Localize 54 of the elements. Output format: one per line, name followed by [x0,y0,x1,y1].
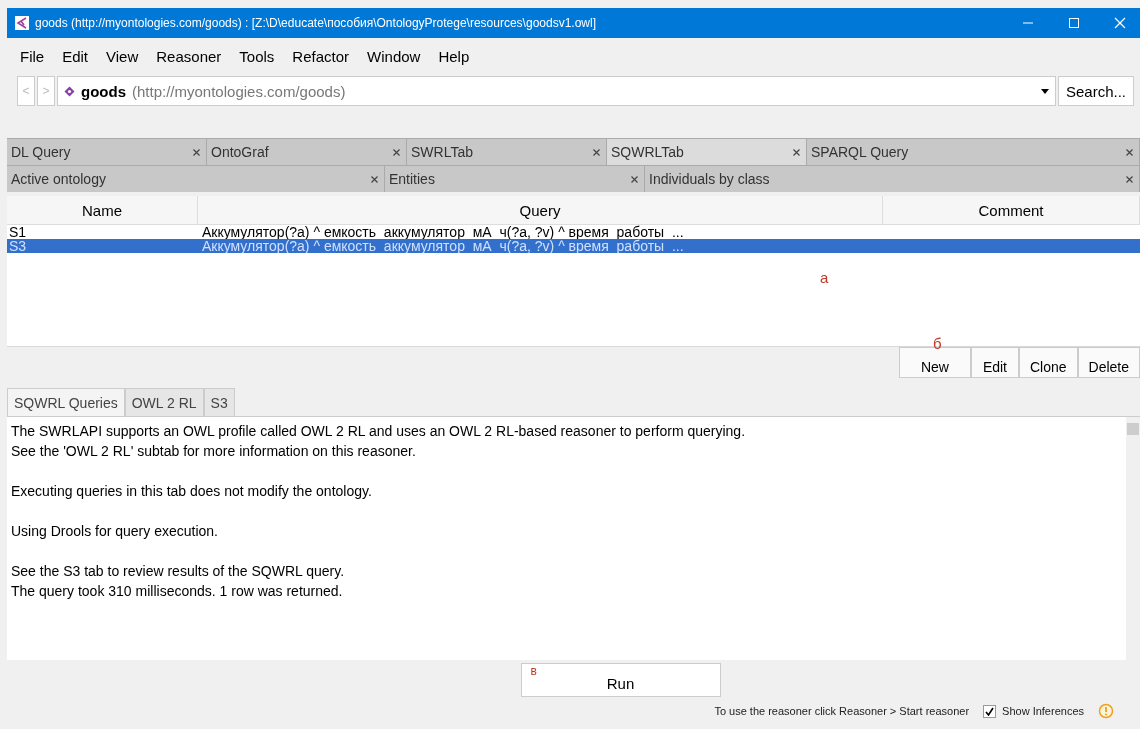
message-line: The SWRLAPI supports an OWL profile called OWL 2 RL and uses an OWL 2 RL-based reasoner to perform querying. [11,423,746,439]
diamond-icon [64,85,75,97]
close-tab-icon[interactable] [631,175,638,183]
app-logo-icon [15,16,29,30]
subtab[interactable]: SQWRL Queries [7,388,125,416]
close-tab-icon[interactable] [793,148,800,156]
close-tab-icon[interactable] [1126,148,1133,156]
menu-item[interactable]: Tools [230,47,284,65]
table-row[interactable]: S3 Аккумулятор(?a) ^ емкость_аккумулятор_мА_ч(?a, ?v) ^ время_работы_... [7,239,1140,253]
column-header[interactable]: Query [198,196,883,224]
message-line: Executing queries in this tab does not modify the ontology. [11,483,372,499]
message-line: See the 'OWL 2 RL' subtab for more information on this reasoner. [11,443,416,459]
menu-item[interactable]: View [97,47,148,65]
tab[interactable]: SQWRLTab [607,139,807,165]
ontology-iri: (http://myontologies.com/goods) [132,82,347,100]
ontology-selector[interactable]: goods (http://myontologies.com/goods) [57,76,1056,106]
close-icon[interactable] [1114,17,1126,29]
scrollbar-thumb[interactable] [1127,423,1139,435]
close-tab-icon[interactable] [1126,175,1133,183]
annotation-letter: в [530,664,537,678]
message-line: The query took 310 milliseconds. 1 row was returned. [11,583,343,599]
dropdown-caret-icon[interactable] [1040,88,1049,94]
menu-item[interactable]: Reasoner [147,47,231,65]
column-header[interactable]: Name [7,196,198,224]
close-tab-icon[interactable] [193,148,200,156]
subtab[interactable]: OWL 2 RL [124,388,204,416]
checkbox-label[interactable]: Show Inferences [1002,705,1084,717]
close-tab-icon[interactable] [393,148,400,156]
menu-item[interactable]: File [11,47,54,65]
action-button[interactable]: Edit [970,347,1019,378]
menu-item[interactable]: Help [429,47,479,65]
message-line: See the S3 tab to review results of the SQWRL query. [11,563,345,579]
menu-item[interactable]: Refactor [283,47,359,65]
message-line: Using Drools for query execution. [11,523,218,539]
table-cell-text: Аккумулятор(?a) ^ емкость_аккумулятор_мА_ч(?a, ?v) ^ время_работы_... [201,239,685,253]
annotation-letter: а [820,269,829,286]
subtab[interactable]: S3 [203,388,235,416]
action-button[interactable]: Clone [1018,347,1078,378]
table-cell-text: S1 [8,225,28,239]
close-tab-icon[interactable] [371,175,378,183]
window-title: goods (http://myontologies.com/goods) : [Z:\D\educate\пособия\OntologyProtege\resources\goodsv1.owl] [35,16,597,30]
table-row[interactable]: S1 Аккумулятор(?a) ^ емкость_аккумулятор_мА_ч(?a, ?v) ^ время_работы_... [7,225,1140,239]
close-tab-icon[interactable] [593,148,600,156]
menu-item[interactable]: Edit [53,47,98,65]
maximize-icon[interactable] [1068,17,1080,29]
menu-item[interactable]: Window [358,47,430,65]
search-button[interactable]: Search... [1057,76,1134,106]
table-cell-text: S3 [8,239,28,253]
table-cell-text: Аккумулятор(?a) ^ емкость_аккумулятор_мА_ч(?a, ?v) ^ время_работы_... [201,225,685,239]
status-hint: To use the reasoner click Reasoner > Start reasoner [714,705,970,717]
checkbox[interactable] [983,704,997,718]
ontology-name: goods [81,82,126,100]
column-header[interactable]: Comment [883,196,1140,224]
action-button[interactable]: Delete [1077,347,1140,378]
